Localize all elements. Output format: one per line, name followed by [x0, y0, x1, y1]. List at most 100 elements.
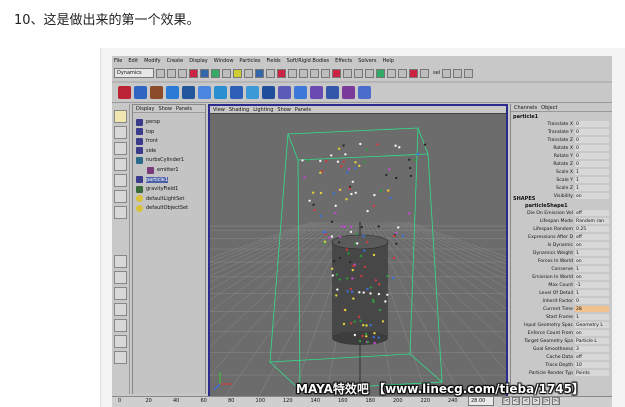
make-live-icon[interactable] — [354, 68, 363, 78]
outliner-item[interactable]: particle1 — [136, 176, 169, 184]
menu-soft-rigid-bodies[interactable]: Soft/Rigid Bodies — [287, 58, 329, 64]
select-component-icon[interactable] — [211, 68, 220, 78]
channel-row[interactable]: Translate Y0 — [511, 129, 611, 136]
history-icon[interactable] — [365, 68, 374, 78]
channel-value[interactable]: 1 — [575, 250, 609, 256]
channel-row[interactable]: Input Geometry Spac Geometry L — [511, 322, 611, 329]
select-hierarchy-icon[interactable] — [189, 68, 198, 78]
menu-set-select[interactable]: Dynamics — [114, 68, 154, 78]
open-scene-icon[interactable] — [167, 68, 176, 78]
render-icon[interactable] — [376, 68, 385, 78]
shelf-particle-tool-icon[interactable] — [118, 86, 131, 99]
channel-row[interactable]: Scale Y1 — [511, 177, 611, 184]
select-by-name-icon[interactable] — [420, 68, 429, 78]
shelf-rigid-body-icon[interactable] — [294, 86, 307, 99]
outliner-menu-show[interactable]: Show — [158, 106, 172, 112]
channel-row[interactable]: Cache Data off — [511, 354, 611, 361]
shelf-drag-field-icon[interactable] — [166, 86, 179, 99]
show-channel-box-icon[interactable] — [464, 68, 474, 78]
outliner-item[interactable]: front — [136, 137, 158, 145]
channel-value[interactable]: 1 — [575, 169, 609, 175]
channel-value[interactable]: 0 — [575, 121, 609, 127]
menu-solvers[interactable]: Solvers — [358, 58, 376, 64]
channel-row[interactable]: Target Geometry Spa Particle L — [511, 338, 611, 345]
mask-curves-icon[interactable] — [244, 68, 253, 78]
menu-window[interactable]: Window — [214, 58, 234, 64]
persp-graph-layout-icon[interactable] — [114, 303, 127, 316]
script-editor-layout-icon[interactable] — [114, 351, 127, 364]
shelf-air-field-icon[interactable] — [150, 86, 163, 99]
hypershade-layout-icon[interactable] — [114, 319, 127, 332]
shelf-goal-icon[interactable] — [342, 86, 355, 99]
outliner-item[interactable]: persp — [136, 118, 160, 126]
channel-row[interactable]: Current Time 28 — [511, 306, 611, 313]
shelf-vortex-icon[interactable] — [262, 86, 275, 99]
channel-value[interactable]: 0 — [575, 137, 609, 143]
outliner-menu-display[interactable]: Display — [136, 106, 154, 112]
ipr-render-icon[interactable] — [387, 68, 396, 78]
manipulator-tool-icon[interactable] — [114, 190, 127, 203]
scale-tool-icon[interactable] — [114, 174, 127, 187]
channel-value[interactable]: 0 — [575, 129, 609, 135]
channel-row[interactable]: Inherit Factor 0 — [511, 298, 611, 305]
mask-dynamics-icon[interactable] — [277, 68, 286, 78]
menu-file[interactable]: File — [114, 58, 122, 64]
outliner-item[interactable]: nurbsCylinder1 — [136, 156, 184, 164]
play-forward-icon[interactable]: > — [532, 397, 540, 405]
snap-curve-icon[interactable] — [321, 68, 330, 78]
channel-row[interactable]: Rotate Z0 — [511, 161, 611, 168]
mask-rendering-icon[interactable] — [288, 68, 297, 78]
channel-row[interactable]: Scale X1 — [511, 169, 611, 176]
channel-value[interactable]: 0 — [575, 145, 609, 151]
outliner-item[interactable]: side — [136, 147, 156, 155]
channel-value[interactable]: 1 — [575, 314, 609, 320]
mask-surfaces-icon[interactable] — [255, 68, 264, 78]
channel-box-menu-object[interactable]: Object — [541, 105, 557, 111]
lasso-tool-icon[interactable] — [114, 126, 127, 139]
channel-value[interactable]: off — [575, 234, 609, 240]
single-pane-layout-icon[interactable] — [114, 255, 127, 268]
input-line-icon[interactable] — [409, 68, 418, 78]
outliner-item[interactable]: defaultObjectSet — [136, 204, 188, 212]
menu-help[interactable]: Help — [382, 58, 393, 64]
shelf-newton-icon[interactable] — [198, 86, 211, 99]
shelf-instancer-icon[interactable] — [358, 86, 371, 99]
channel-box-menu-channels[interactable]: Channels — [514, 105, 537, 111]
show-tool-settings-icon[interactable] — [453, 68, 463, 78]
channel-value[interactable]: 0 — [575, 298, 609, 304]
channel-row[interactable]: Max Count -1 — [511, 282, 611, 289]
channel-row[interactable]: Rotate Y0 — [511, 153, 611, 160]
channel-value[interactable]: 0 — [575, 161, 609, 167]
perspective-viewport[interactable]: View Shading Lighting Show Panels — [208, 104, 508, 398]
snap-point-icon[interactable] — [332, 68, 341, 78]
shelf-collide-icon[interactable] — [326, 86, 339, 99]
new-scene-icon[interactable] — [156, 68, 165, 78]
menu-modify[interactable]: Modify — [144, 58, 161, 64]
channel-row[interactable]: Scale Z1 — [511, 185, 611, 192]
channel-value[interactable]: on — [575, 193, 609, 199]
viewport-menu-panels[interactable]: Panels — [295, 107, 311, 113]
channel-row[interactable]: Level Of Detail 1 — [511, 290, 611, 297]
shelf-emitter-icon[interactable] — [134, 86, 147, 99]
channel-row[interactable]: Expressions After Doff — [511, 234, 611, 241]
channel-row[interactable]: Enforce Count From on — [511, 330, 611, 337]
menu-fields[interactable]: Fields — [267, 58, 281, 64]
four-pane-layout-icon[interactable] — [114, 271, 127, 284]
outliner-item[interactable]: gravityField1 — [136, 185, 178, 193]
channel-value[interactable]: 1 — [575, 290, 609, 296]
channel-row[interactable]: Lifespan Mode Random ran — [511, 218, 611, 225]
channel-value[interactable]: Particle L — [575, 338, 609, 344]
menu-display[interactable]: Display — [189, 58, 207, 64]
shelf-turbulence-icon[interactable] — [230, 86, 243, 99]
channel-value[interactable]: on — [575, 242, 609, 248]
outliner-menu-panels[interactable]: Panels — [176, 106, 192, 112]
render-globals-icon[interactable] — [398, 68, 407, 78]
outliner-item[interactable]: emitter1 — [147, 166, 179, 174]
channel-row[interactable]: Is Dynamic on — [511, 242, 611, 249]
current-frame-field[interactable]: 28.00 — [468, 396, 494, 406]
channel-value[interactable]: -1 — [575, 282, 609, 288]
shelf-uniform-icon[interactable] — [246, 86, 259, 99]
mask-joints-icon[interactable] — [233, 68, 242, 78]
persp-outliner-layout-icon[interactable] — [114, 287, 127, 300]
channel-value[interactable]: Random ran — [575, 218, 609, 224]
